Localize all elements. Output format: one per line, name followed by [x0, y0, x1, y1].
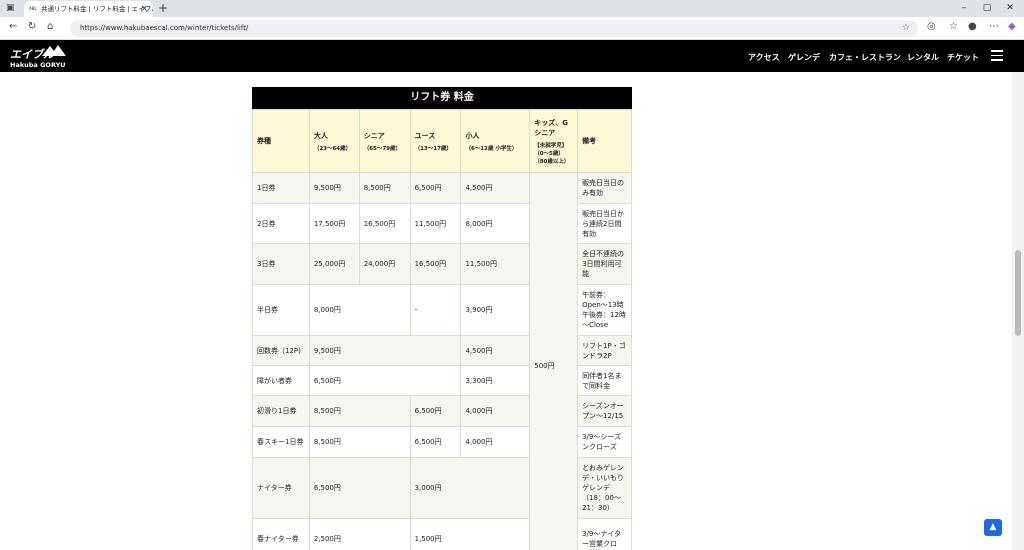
- logo-sub-text: Hakuba GORYU: [10, 61, 66, 69]
- browser-tab-active[interactable]: ABL 共通リフト料金 | リフト料金 | エイブル ×: [24, 1, 153, 17]
- tab-title: 共通リフト料金 | リフト料金 | エイブル: [41, 5, 153, 13]
- header-kids: キッズ、Gシニア 【未就学児】（0～5歳）（80歳以上）: [529, 109, 579, 173]
- url-text: https://www.hakubaescal.com/winter/ticke…: [80, 24, 249, 32]
- cell-adult: 9,500円: [308, 172, 360, 204]
- header-adult: 大人 （23～64歳）: [308, 109, 360, 173]
- header-note: 備考: [577, 109, 632, 173]
- back-icon[interactable]: ←: [9, 21, 17, 32]
- cell-adult: 8,000円: [308, 284, 411, 336]
- site-header: エイブル Hakuba GORYU アクセス ゲレンデ カフェ・レストラン レン…: [0, 40, 1024, 72]
- cell-adult: 8,500円: [308, 426, 411, 458]
- close-window-icon[interactable]: ✕: [1000, 0, 1020, 17]
- cell-name: 1日券: [252, 172, 310, 204]
- cell-name: ナイター券: [252, 457, 310, 519]
- cell-senior: 16,500円: [358, 203, 411, 244]
- table-header-row: 券種 大人 （23～64歳） シニア （65～79歳） ユース （13～17歳） 小人…: [252, 109, 632, 173]
- back-to-top-button[interactable]: ▲: [984, 519, 1002, 536]
- cell-name: 3日券: [252, 243, 310, 285]
- new-tab-icon[interactable]: +: [158, 0, 168, 17]
- cell-youth: 3,000円: [409, 457, 531, 519]
- cell-name: 半日券: [252, 284, 310, 336]
- table-row: 1日券 9,500円 8,500円 6,500円 4,500円 500円 販売日当日のみ有効: [252, 172, 632, 550]
- favicon-icon: ABL: [29, 6, 37, 11]
- cell-youth: 6,500円: [409, 426, 462, 458]
- cell-youth: -: [409, 284, 462, 336]
- cell-youth: 16,500円: [409, 243, 462, 285]
- cell-note: 販売日当日から連続2日間有効: [577, 203, 632, 244]
- cell-youth: 6,500円: [409, 395, 462, 427]
- cell-adult: 9,500円: [308, 335, 462, 366]
- cell-note: 全日不連続の3日間利用可能: [577, 243, 632, 285]
- maximize-icon[interactable]: ▢: [977, 0, 997, 17]
- cell-youth: 6,500円: [409, 172, 462, 204]
- cell-name: 初滑り1日券: [252, 395, 310, 427]
- favorite-star-icon[interactable]: ☆: [902, 20, 910, 37]
- header-type: 券種: [252, 109, 310, 173]
- cell-note: 販売日当日のみ有効: [577, 172, 632, 204]
- favorites-icon[interactable]: ☆: [949, 21, 958, 32]
- scrollbar-thumb[interactable]: [1015, 250, 1021, 336]
- cell-note: 同伴者1名まで同料金: [577, 365, 632, 396]
- cell-name: 回数券（12P): [252, 335, 310, 366]
- site-logo[interactable]: エイブル Hakuba GORYU: [10, 43, 66, 69]
- hamburger-icon[interactable]: [991, 50, 1003, 61]
- cell-adult: 6,500円: [308, 365, 462, 396]
- lift-price-table: リフト券 料金 券種 大人 （23～64歳） シニア （65～79歳） ユース （13…: [252, 87, 632, 550]
- cell-name: 2日券: [252, 203, 310, 244]
- nav-slopes[interactable]: ゲレンデ: [788, 52, 820, 63]
- cell-note: とおみゲレンデ・いいもりゲレンデ（18：00～21：30）: [577, 457, 632, 519]
- nav-ticket[interactable]: チケット: [947, 52, 979, 63]
- cell-senior: 24,000円: [358, 243, 411, 285]
- close-tab-icon[interactable]: ×: [140, 1, 148, 17]
- cell-child: 4,000円: [460, 426, 531, 458]
- cell-adult: 2,500円: [308, 518, 411, 550]
- cell-child: 8,000円: [460, 203, 531, 244]
- kids-price-cell: 500円: [529, 172, 579, 550]
- more-menu-icon[interactable]: ⋯: [989, 21, 999, 32]
- cell-child: 4,000円: [460, 395, 531, 427]
- nav-cafe[interactable]: カフェ・レストラン: [829, 52, 901, 63]
- header-child: 小人 （6～12歳 小学生）: [460, 109, 531, 173]
- tab-actions-icon[interactable]: ▣: [6, 3, 15, 13]
- cell-adult: 17,500円: [308, 203, 360, 244]
- profile-avatar-icon[interactable]: ●: [968, 21, 977, 32]
- header-senior: シニア （65～79歳）: [358, 109, 411, 173]
- table-title: リフト券 料金: [252, 87, 632, 109]
- cell-note: 午前券：Open～13時 午後券：12時～Close: [577, 284, 632, 336]
- arrow-up-icon: ▲: [989, 522, 997, 532]
- home-icon[interactable]: ⌂: [47, 21, 53, 32]
- browser-tab-bar: ▣ ABL 共通リフト料金 | リフト料金 | エイブル × + – ▢ ✕: [0, 0, 1024, 17]
- cell-youth: 11,500円: [409, 203, 462, 244]
- cell-youth: 1,500円: [409, 518, 531, 550]
- cell-adult: 6,500円: [308, 457, 411, 519]
- cell-child: 4,500円: [460, 335, 531, 366]
- reload-icon[interactable]: ↻: [28, 21, 36, 32]
- cell-adult: 25,000円: [308, 243, 360, 285]
- cell-child: 3,900円: [460, 284, 531, 336]
- cell-child: 11,500円: [460, 243, 531, 285]
- cell-name: 春スキー1日券: [252, 426, 310, 458]
- cell-name: 障がい者券: [252, 365, 310, 396]
- cell-adult: 8,500円: [308, 395, 411, 427]
- cell-child: 3,300円: [460, 365, 531, 396]
- cell-child: 4,500円: [460, 172, 531, 204]
- cell-name: 春ナイター券: [252, 518, 310, 550]
- page-scrollbar[interactable]: [1012, 72, 1024, 550]
- extensions-icon[interactable]: ◎: [927, 21, 936, 32]
- copilot-icon[interactable]: ◆: [1008, 21, 1016, 32]
- nav-rental[interactable]: レンタル: [907, 52, 939, 63]
- url-field[interactable]: https://www.hakubaescal.com/winter/ticke…: [70, 20, 918, 37]
- minimize-icon[interactable]: –: [954, 0, 974, 17]
- address-bar-row: ← ↻ ⌂ https://www.hakubaescal.com/winter…: [0, 17, 1024, 40]
- mountain-logo-icon: [42, 45, 66, 56]
- cell-senior: 8,500円: [358, 172, 411, 204]
- header-youth: ユース （13～17歳）: [409, 109, 462, 173]
- cell-note: 3/9～ナイター営業クロ: [577, 518, 632, 550]
- cell-note: リフト1P・ゴンドラ2P: [577, 335, 632, 366]
- cell-note: 3/9～シーズンクローズ: [577, 426, 632, 458]
- cell-note: シーズンオープン～12/15: [577, 395, 632, 427]
- nav-access[interactable]: アクセス: [748, 52, 780, 63]
- page-content: リフト券 料金 券種 大人 （23～64歳） シニア （65～79歳） ユース （13…: [0, 72, 1012, 550]
